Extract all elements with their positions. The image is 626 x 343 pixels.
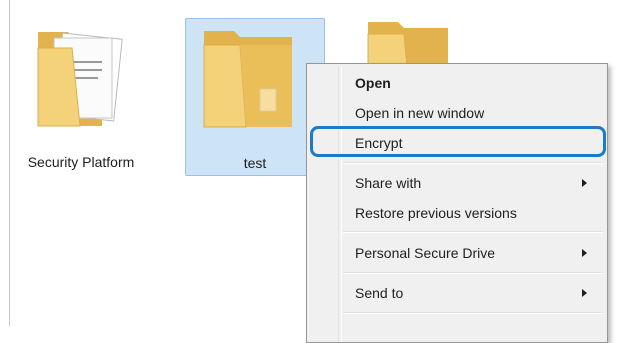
menu-separator <box>343 272 603 274</box>
menu-item-label: Send to <box>355 285 404 301</box>
folder-with-documents-icon <box>37 32 123 127</box>
menu-item-label: Share with <box>355 175 422 191</box>
menu-item-label: Open in new window <box>355 105 485 121</box>
menu-item-encrypt[interactable]: Encrypt <box>355 130 599 156</box>
menu-separator <box>343 231 603 233</box>
menu-item-label: Personal Secure Drive <box>355 245 496 261</box>
menu-item-personal-secure-drive[interactable]: Personal Secure Drive <box>355 240 599 266</box>
submenu-arrow-icon <box>582 179 587 187</box>
menu-item-label: Restore previous versions <box>355 205 517 221</box>
submenu-arrow-icon <box>582 249 587 257</box>
menu-item-share-with[interactable]: Share with <box>355 170 599 196</box>
menu-item-label: Open <box>355 75 391 91</box>
menu-separator <box>343 162 603 164</box>
folder-label: test <box>243 155 267 171</box>
menu-item-label: Encrypt <box>355 135 403 151</box>
menu-item-open-in-new-window[interactable]: Open in new window <box>355 100 599 126</box>
menu-gutter <box>338 66 342 342</box>
menu-separator <box>343 312 603 314</box>
folder-icon <box>203 31 292 128</box>
submenu-arrow-icon <box>582 289 587 297</box>
folder-test[interactable]: test <box>185 18 325 176</box>
menu-item-send-to[interactable]: Send to <box>355 280 599 306</box>
folder-security-platform[interactable]: Security Platform <box>18 18 144 178</box>
folder-label: Security Platform <box>27 154 135 170</box>
menu-item-restore-previous-versions[interactable]: Restore previous versions <box>355 200 599 226</box>
context-menu: Open Open in new window Encrypt Share wi… <box>306 63 608 343</box>
menu-item-open[interactable]: Open <box>355 70 599 96</box>
